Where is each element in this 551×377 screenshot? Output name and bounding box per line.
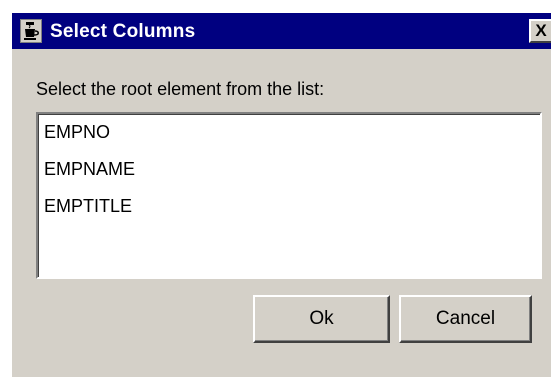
list-item-empname[interactable]: EMPNAME [44,159,135,180]
ok-button[interactable]: Ok [253,295,390,343]
close-button[interactable]: X [529,19,551,43]
title-bar[interactable]: Select Columns X [12,13,551,49]
root-element-list[interactable]: EMPNO EMPNAME EMPTITLE [36,112,542,279]
list-item-empno[interactable]: EMPNO [44,122,110,143]
list-item-emptitle[interactable]: EMPTITLE [44,196,132,217]
java-coffee-cup-icon [20,19,42,43]
select-columns-dialog: Select Columns X Select the root element… [11,12,551,377]
prompt-label: Select the root element from the list: [36,79,325,99]
cancel-button[interactable]: Cancel [399,295,532,343]
window-title: Select Columns [50,21,196,42]
